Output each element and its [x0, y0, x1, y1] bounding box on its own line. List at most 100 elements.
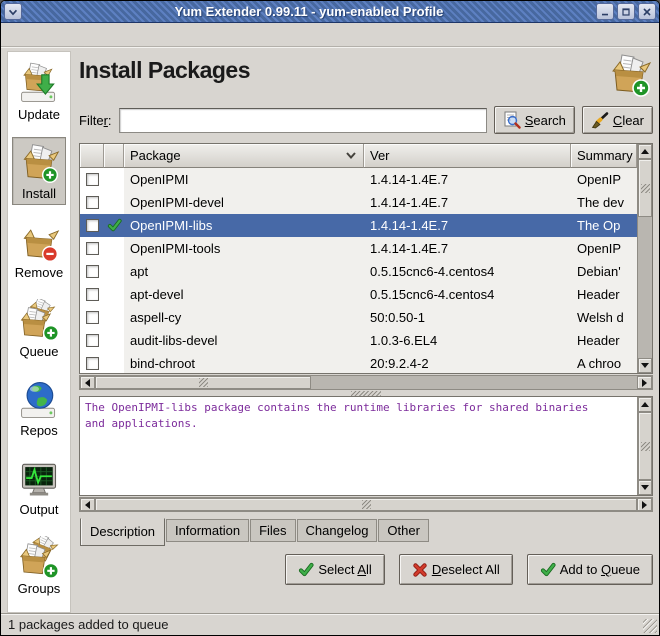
menu-item-edit[interactable] — [27, 32, 43, 38]
window-title: Yum Extender 0.99.11 - yum-enabled Profi… — [25, 4, 593, 19]
scrollbar-thumb[interactable] — [638, 159, 652, 217]
package-checkbox[interactable] — [86, 311, 99, 324]
package-name: aspell-cy — [124, 306, 364, 329]
sidebar-item-repos[interactable]: Repos — [12, 374, 66, 442]
main-area: Update Install Remove Queue Repos Output… — [1, 47, 659, 613]
description-pane: The OpenIPMI-libs package contains the r… — [79, 396, 653, 496]
package-name: OpenIPMI-tools — [124, 237, 364, 260]
tab-other[interactable]: Other — [378, 519, 429, 542]
select-all-button[interactable]: Select All — [285, 554, 384, 585]
tab-description[interactable]: Description — [80, 518, 165, 546]
scroll-right-button[interactable] — [637, 498, 652, 511]
package-checkbox[interactable] — [86, 265, 99, 278]
scroll-up-button[interactable] — [638, 144, 652, 159]
table-vertical-scrollbar[interactable] — [637, 144, 652, 373]
table-row[interactable]: apt-devel 0.5.15cnc6-4.centos4 Header — [80, 283, 637, 306]
package-name: OpenIPMI — [124, 168, 364, 191]
filter-input[interactable] — [119, 108, 487, 133]
sort-chevron-icon — [345, 151, 357, 160]
package-checkbox[interactable] — [86, 219, 99, 232]
check-icon — [540, 562, 556, 578]
check-icon — [298, 562, 314, 578]
package-description: The OpenIPMI-libs package contains the r… — [85, 400, 634, 432]
minimize-button[interactable] — [596, 3, 614, 20]
menu-item-file[interactable] — [7, 32, 23, 38]
scrollbar-thumb[interactable] — [95, 376, 311, 389]
scroll-left-button[interactable] — [80, 376, 95, 389]
tab-files[interactable]: Files — [250, 519, 295, 542]
package-name: audit-libs-devel — [124, 329, 364, 352]
scrollbar-thumb[interactable] — [638, 412, 652, 480]
package-summary: OpenIP — [571, 237, 637, 260]
table-horizontal-scrollbar[interactable] — [79, 375, 653, 390]
page-title: Install Packages — [79, 57, 250, 84]
column-header-summary[interactable]: Summary — [571, 144, 637, 168]
sidebar-item-queue[interactable]: Queue — [12, 295, 66, 363]
sidebar-item-install[interactable]: Install — [12, 137, 66, 205]
description-horizontal-scrollbar[interactable] — [79, 497, 653, 512]
table-row[interactable]: apt 0.5.15cnc6-4.centos4 Debian' — [80, 260, 637, 283]
scroll-right-button[interactable] — [637, 376, 652, 389]
install-icon — [17, 141, 61, 185]
update-icon — [17, 62, 61, 106]
maximize-button[interactable] — [617, 3, 635, 20]
search-button[interactable]: Search — [494, 106, 575, 134]
window-resize-grip[interactable] — [643, 619, 657, 633]
scroll-up-button[interactable] — [638, 397, 652, 412]
status-text: 1 packages added to queue — [8, 617, 168, 632]
window-menu-button[interactable] — [4, 3, 22, 20]
statusbar: 1 packages added to queue — [1, 613, 659, 635]
package-version: 1.4.14-1.4E.7 — [364, 214, 571, 237]
description-vertical-scrollbar[interactable] — [637, 397, 652, 495]
queued-check-icon — [107, 218, 122, 233]
package-summary: Debian' — [571, 260, 637, 283]
package-summary: A chroo — [571, 352, 637, 374]
titlebar[interactable]: Yum Extender 0.99.11 - yum-enabled Profi… — [1, 1, 659, 23]
package-summary: Header — [571, 283, 637, 306]
package-version: 0.5.15cnc6-4.centos4 — [364, 260, 571, 283]
sidebar-item-remove[interactable]: Remove — [10, 216, 68, 284]
window-menu-chevron-icon — [7, 6, 19, 18]
pane-resize-handle[interactable] — [351, 391, 381, 396]
maximize-icon — [620, 6, 632, 18]
table-row[interactable]: bind-chroot 20:9.2.4-2 A chroo — [80, 352, 637, 374]
menu-item-profiles[interactable] — [47, 32, 63, 38]
package-checkbox[interactable] — [86, 196, 99, 209]
package-name: OpenIPMI-devel — [124, 191, 364, 214]
package-checkbox[interactable] — [86, 288, 99, 301]
column-header-ver[interactable]: Ver — [364, 144, 571, 168]
sidebar-item-output[interactable]: Output — [12, 453, 66, 521]
table-row[interactable]: OpenIPMI-devel 1.4.14-1.4E.7 The dev — [80, 191, 637, 214]
content-panel: Install Packages Filter: Search Clear — [79, 51, 653, 613]
table-row[interactable]: OpenIPMI 1.4.14-1.4E.7 OpenIP — [80, 168, 637, 191]
column-header-checkbox[interactable] — [80, 144, 104, 168]
tab-information[interactable]: Information — [166, 519, 249, 542]
table-row[interactable]: audit-libs-devel 1.0.3-6.EL4 Header — [80, 329, 637, 352]
scrollbar-thumb[interactable] — [95, 498, 637, 511]
deselect-all-button[interactable]: Deselect All — [399, 554, 513, 585]
scroll-down-button[interactable] — [638, 358, 652, 373]
package-checkbox[interactable] — [86, 334, 99, 347]
close-button[interactable] — [638, 3, 656, 20]
sidebar-item-groups[interactable]: Groups — [12, 532, 66, 600]
table-row[interactable]: OpenIPMI-tools 1.4.14-1.4E.7 OpenIP — [80, 237, 637, 260]
tab-changelog[interactable]: Changelog — [297, 519, 378, 542]
scroll-left-button[interactable] — [80, 498, 95, 511]
package-summary: OpenIP — [571, 168, 637, 191]
table-row[interactable]: aspell-cy 50:0.50-1 Welsh d — [80, 306, 637, 329]
column-header-package[interactable]: Package — [124, 144, 364, 168]
menu-item-tools[interactable] — [67, 32, 83, 38]
cross-icon — [412, 562, 428, 578]
package-checkbox[interactable] — [86, 242, 99, 255]
table-row[interactable]: OpenIPMI-libs 1.4.14-1.4E.7 The Op — [80, 214, 637, 237]
package-table: Package Ver Summary OpenIPMI — [79, 143, 653, 374]
scroll-down-button[interactable] — [638, 480, 652, 495]
add-to-queue-button[interactable]: Add to Queue — [527, 554, 653, 585]
package-checkbox[interactable] — [86, 357, 99, 370]
sidebar-item-update[interactable]: Update — [12, 58, 66, 126]
package-checkbox[interactable] — [86, 173, 99, 186]
package-name: apt — [124, 260, 364, 283]
column-header-state[interactable] — [104, 144, 124, 168]
clear-button[interactable]: Clear — [582, 106, 653, 134]
menu-item-help[interactable] — [87, 32, 103, 38]
